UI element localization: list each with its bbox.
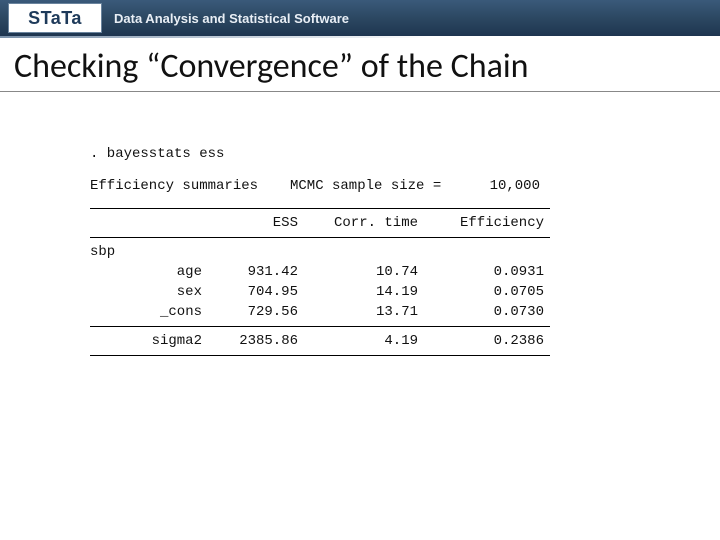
group-label-row: sbp — [90, 242, 550, 262]
row-ess: 931.42 — [208, 264, 298, 280]
tagline: Data Analysis and Statistical Software — [114, 11, 349, 26]
row-eff: 0.0705 — [418, 284, 544, 300]
table-row: age 931.42 10.74 0.0931 — [90, 262, 550, 282]
row-ess: 729.56 — [208, 304, 298, 320]
row-name: sex — [90, 284, 208, 300]
row-eff: 0.0931 — [418, 264, 544, 280]
col-eff: Efficiency — [418, 215, 544, 231]
ess-table: ESS Corr. time Efficiency sbp age 931.42… — [90, 208, 550, 356]
stata-logo: STaTa — [8, 3, 102, 33]
command-line: . bayesstats ess — [90, 146, 630, 162]
table-header-row: ESS Corr. time Efficiency — [90, 213, 550, 233]
col-corr: Corr. time — [298, 215, 418, 231]
row-name: age — [90, 264, 208, 280]
logo-text: STaTa — [28, 8, 82, 29]
row-ess: 704.95 — [208, 284, 298, 300]
table-row: sex 704.95 14.19 0.0705 — [90, 282, 550, 302]
table-row: sigma2 2385.86 4.19 0.2386 — [90, 331, 550, 351]
row-corr: 13.71 — [298, 304, 418, 320]
row-corr: 10.74 — [298, 264, 418, 280]
row-ess: 2385.86 — [208, 333, 298, 349]
row-name: _cons — [90, 304, 208, 320]
row-eff: 0.2386 — [418, 333, 544, 349]
sample-size-label: MCMC sample size = — [290, 178, 460, 194]
table-rule — [90, 355, 550, 356]
group-label: sbp — [90, 244, 208, 260]
row-name: sigma2 — [90, 333, 208, 349]
col-ess: ESS — [208, 215, 298, 231]
stata-output: . bayesstats ess Efficiency summaries MC… — [0, 92, 720, 356]
row-eff: 0.0730 — [418, 304, 544, 320]
table-row: _cons 729.56 13.71 0.0730 — [90, 302, 550, 322]
summary-label: Efficiency summaries — [90, 178, 290, 194]
summary-row: Efficiency summaries MCMC sample size = … — [90, 178, 630, 194]
app-header: STaTa Data Analysis and Statistical Soft… — [0, 0, 720, 36]
slide-title: Checking “Convergence” of the Chain — [14, 46, 706, 87]
row-corr: 4.19 — [298, 333, 418, 349]
slide-title-row: Checking “Convergence” of the Chain — [0, 38, 720, 92]
row-corr: 14.19 — [298, 284, 418, 300]
sample-size-value: 10,000 — [460, 178, 540, 194]
